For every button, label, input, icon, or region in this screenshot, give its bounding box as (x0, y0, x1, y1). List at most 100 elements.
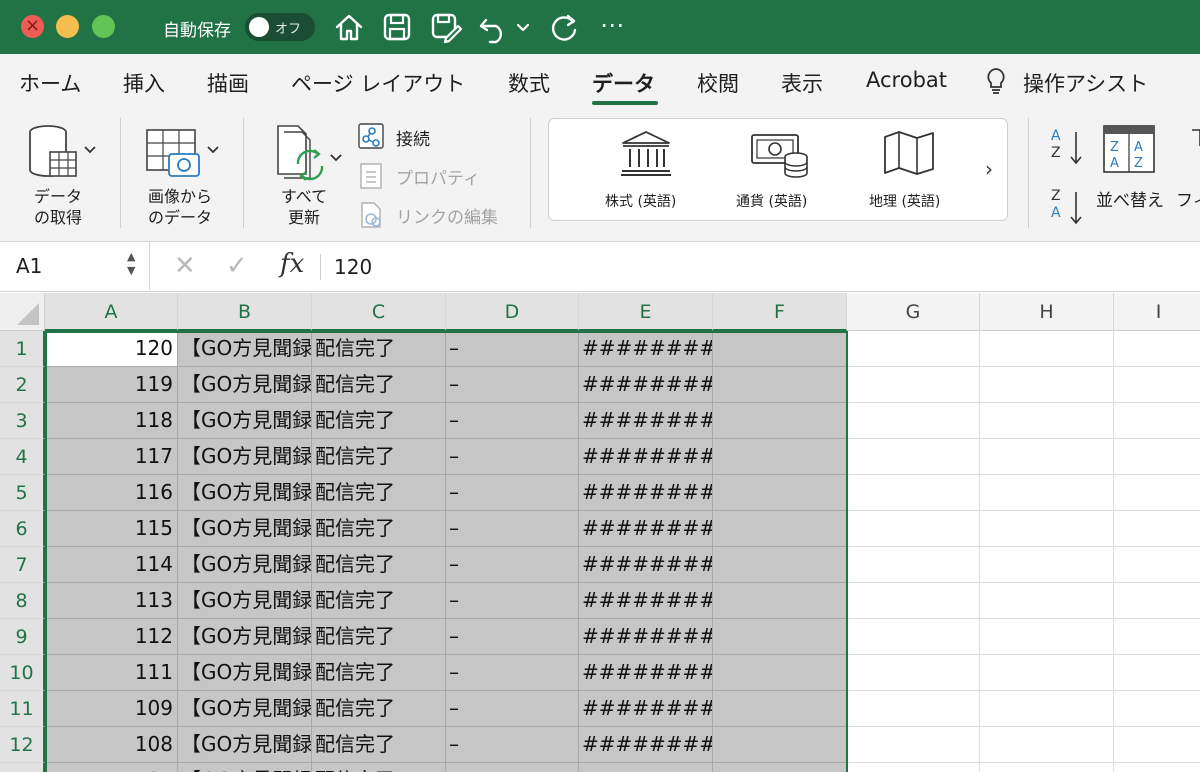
close-icon[interactable] (21, 15, 44, 38)
select-all-corner[interactable] (0, 293, 45, 331)
cell-b1[interactable]: 【GO方見聞録 (178, 331, 312, 367)
sort-ascending-icon[interactable]: A Z (1050, 128, 1086, 168)
cell-e5[interactable]: ########## (579, 475, 713, 511)
cell-f3[interactable] (713, 403, 847, 439)
cell-c10[interactable]: 配信完了 (312, 655, 446, 691)
row-header[interactable]: 7 (0, 547, 45, 583)
tab-formulas[interactable]: 数式 (508, 68, 550, 98)
name-box-stepper[interactable]: ▲ ▼ (127, 250, 135, 278)
row-header[interactable]: 11 (0, 691, 45, 727)
lightbulb-icon[interactable] (984, 66, 1008, 96)
cell-a8[interactable]: 113 (45, 583, 178, 619)
cell-a7[interactable]: 114 (45, 547, 178, 583)
cell-f9[interactable] (713, 619, 847, 655)
cell-f11[interactable] (713, 691, 847, 727)
cell-d2[interactable]: – (446, 367, 579, 403)
row-header[interactable]: 6 (0, 511, 45, 547)
cell-g6[interactable] (847, 511, 980, 547)
cell-a9[interactable]: 112 (45, 619, 178, 655)
sort-descending-icon[interactable]: Z A (1050, 188, 1086, 228)
cell-g1[interactable] (847, 331, 980, 367)
cell-d3[interactable]: – (446, 403, 579, 439)
cell-e12[interactable]: ########## (579, 727, 713, 763)
cell-g4[interactable] (847, 439, 980, 475)
tab-draw[interactable]: 描画 (207, 68, 249, 98)
cell-d13[interactable]: – (446, 763, 579, 772)
cell-b6[interactable]: 【GO方見聞録 (178, 511, 312, 547)
cell-h13[interactable] (980, 763, 1114, 772)
cell-c11[interactable]: 配信完了 (312, 691, 446, 727)
cell-g10[interactable] (847, 655, 980, 691)
filter-icon[interactable] (1190, 126, 1200, 156)
redo-icon[interactable] (546, 8, 582, 46)
cell-a5[interactable]: 116 (45, 475, 178, 511)
cell-b4[interactable]: 【GO方見聞録 (178, 439, 312, 475)
cell-i11[interactable] (1114, 691, 1200, 727)
cell-h3[interactable] (980, 403, 1114, 439)
cell-c2[interactable]: 配信完了 (312, 367, 446, 403)
row-header[interactable]: 4 (0, 439, 45, 475)
bank-icon[interactable] (619, 129, 673, 177)
tab-view[interactable]: 表示 (781, 68, 823, 98)
save-icon[interactable] (379, 8, 415, 46)
cell-i6[interactable] (1114, 511, 1200, 547)
cell-b10[interactable]: 【GO方見聞録 (178, 655, 312, 691)
cell-c3[interactable]: 配信完了 (312, 403, 446, 439)
cell-b8[interactable]: 【GO方見聞録 (178, 583, 312, 619)
cell-c5[interactable]: 配信完了 (312, 475, 446, 511)
row-header[interactable]: 10 (0, 655, 45, 691)
tab-home[interactable]: ホーム (19, 68, 81, 98)
cell-a2[interactable]: 119 (45, 367, 178, 403)
column-header-i[interactable]: I (1114, 293, 1200, 331)
cell-f10[interactable] (713, 655, 847, 691)
cell-f6[interactable] (713, 511, 847, 547)
cell-d8[interactable]: – (446, 583, 579, 619)
cell-d4[interactable]: – (446, 439, 579, 475)
minimize-icon[interactable] (56, 15, 79, 38)
column-header-e[interactable]: E (579, 293, 713, 331)
cell-b2[interactable]: 【GO方見聞録 (178, 367, 312, 403)
formula-input[interactable]: 120 (334, 255, 372, 279)
chevron-down-icon[interactable] (512, 8, 534, 46)
cell-d9[interactable]: – (446, 619, 579, 655)
cell-e13[interactable]: ########## (579, 763, 713, 772)
cell-h4[interactable] (980, 439, 1114, 475)
data-from-picture-button[interactable]: 画像から のデータ (140, 186, 220, 228)
cell-g9[interactable] (847, 619, 980, 655)
cell-h10[interactable] (980, 655, 1114, 691)
autosave-toggle[interactable]: オフ (245, 13, 315, 41)
cell-i12[interactable] (1114, 727, 1200, 763)
column-header-g[interactable]: G (847, 293, 980, 331)
cell-g7[interactable] (847, 547, 980, 583)
cell-c12[interactable]: 配信完了 (312, 727, 446, 763)
tab-page-layout[interactable]: ページ レイアウト (291, 68, 465, 98)
cell-e8[interactable]: ########## (579, 583, 713, 619)
filter-button[interactable]: フィ (1176, 186, 1200, 211)
cell-a3[interactable]: 118 (45, 403, 178, 439)
row-header[interactable]: 2 (0, 367, 45, 403)
cell-e2[interactable]: ########## (579, 367, 713, 403)
cell-a4[interactable]: 117 (45, 439, 178, 475)
camera-table-icon[interactable] (145, 126, 225, 184)
cell-d10[interactable]: – (446, 655, 579, 691)
cell-e6[interactable]: ########## (579, 511, 713, 547)
cell-g11[interactable] (847, 691, 980, 727)
cell-b3[interactable]: 【GO方見聞録 (178, 403, 312, 439)
cell-a10[interactable]: 111 (45, 655, 178, 691)
cell-f13[interactable] (713, 763, 847, 772)
cell-c13[interactable]: 配信完了 (312, 763, 446, 772)
tab-review[interactable]: 校閲 (697, 68, 739, 98)
cell-e1[interactable]: ########## (579, 331, 713, 367)
cell-f12[interactable] (713, 727, 847, 763)
sort-dialog-icon[interactable]: ZAAZ (1102, 124, 1156, 174)
edit-links-button[interactable]: リンクの編集 (396, 203, 498, 228)
cell-b7[interactable]: 【GO方見聞録 (178, 547, 312, 583)
enter-formula-button[interactable]: ✓ (226, 251, 248, 281)
cell-a12[interactable]: 108 (45, 727, 178, 763)
tab-data[interactable]: データ (592, 68, 655, 98)
cell-c4[interactable]: 配信完了 (312, 439, 446, 475)
cell-g3[interactable] (847, 403, 980, 439)
cell-i5[interactable] (1114, 475, 1200, 511)
row-header[interactable]: 9 (0, 619, 45, 655)
save-as-icon[interactable] (428, 8, 464, 46)
